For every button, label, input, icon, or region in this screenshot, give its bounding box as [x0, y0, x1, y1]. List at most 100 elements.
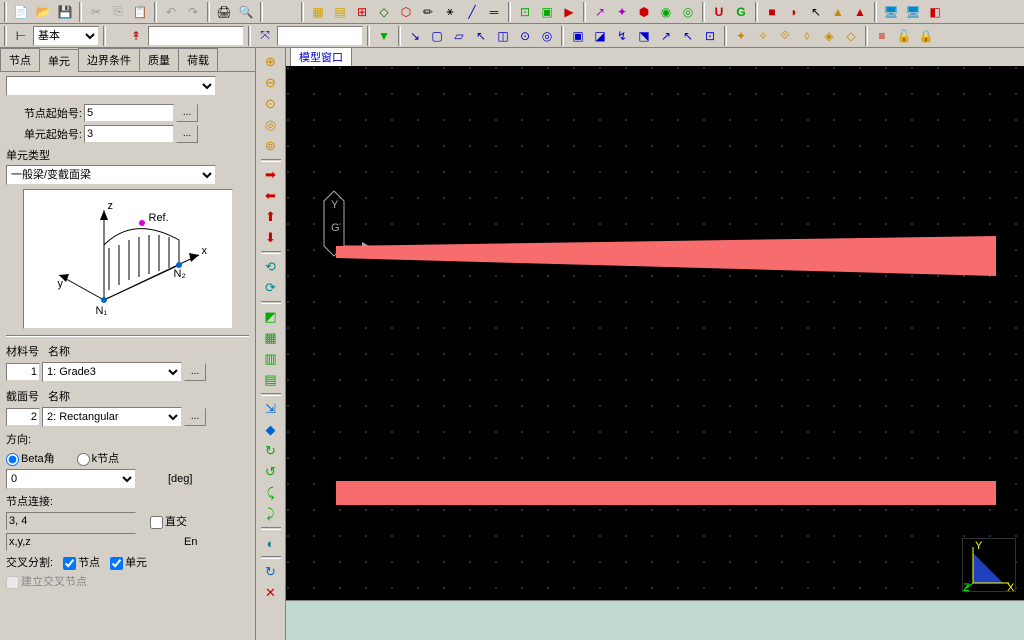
- g-icon[interactable]: G: [731, 2, 751, 22]
- win7-icon[interactable]: ⊡: [700, 26, 720, 46]
- knode-radio[interactable]: [77, 453, 90, 466]
- wand-icon[interactable]: ✏: [418, 2, 438, 22]
- refresh-icon[interactable]: ↻: [260, 562, 282, 582]
- cut-icon[interactable]: ✂: [86, 2, 106, 22]
- render3-icon[interactable]: ▲: [828, 2, 848, 22]
- zoom-out-icon[interactable]: ⊖: [260, 73, 282, 93]
- undo-icon[interactable]: ↶: [161, 2, 181, 22]
- conn-input[interactable]: [6, 512, 136, 530]
- tab-node[interactable]: 节点: [0, 48, 40, 71]
- win4-icon[interactable]: ⬔: [634, 26, 654, 46]
- redo-icon[interactable]: ↷: [183, 2, 203, 22]
- section-browse[interactable]: ...: [184, 408, 206, 426]
- view-top-icon[interactable]: ▦: [260, 328, 282, 348]
- sel-a-icon[interactable]: ↘: [405, 26, 425, 46]
- cb-elem[interactable]: [110, 557, 123, 570]
- struct1-icon[interactable]: ⊡: [515, 2, 535, 22]
- zoom-prev-icon[interactable]: ⊚: [260, 136, 282, 156]
- rotate2-icon[interactable]: ⟳: [260, 278, 282, 298]
- pt5-icon[interactable]: ◈: [819, 26, 839, 46]
- pt2-icon[interactable]: ✧: [753, 26, 773, 46]
- material-name-select[interactable]: 1: Grade3: [42, 362, 182, 382]
- cb-node[interactable]: [63, 557, 76, 570]
- sel-f-icon[interactable]: ⊙: [515, 26, 535, 46]
- tab-load[interactable]: 荷载: [178, 48, 218, 71]
- ucs-icon[interactable]: ⊢: [11, 26, 31, 46]
- rot-icon[interactable]: ↻: [260, 441, 282, 461]
- sel-e-icon[interactable]: ◫: [493, 26, 513, 46]
- shade-icon[interactable]: ◐: [260, 533, 282, 553]
- win5-icon[interactable]: ↗: [656, 26, 676, 46]
- paste-icon[interactable]: 📋: [130, 2, 150, 22]
- sel5-icon[interactable]: ◎: [678, 2, 698, 22]
- section-name-select[interactable]: 2: Rectangular: [42, 407, 182, 427]
- cb-elem-label[interactable]: 单元: [110, 554, 147, 570]
- save-icon[interactable]: 💾: [55, 2, 75, 22]
- ortho-check-label[interactable]: 直交: [150, 513, 187, 529]
- cursor-icon[interactable]: ↖: [806, 2, 826, 22]
- m2-icon[interactable]: 🔓: [894, 26, 914, 46]
- sel2-icon[interactable]: ✦: [612, 2, 632, 22]
- sel4-icon[interactable]: ◉: [656, 2, 676, 22]
- material-browse[interactable]: ...: [184, 363, 206, 381]
- pt1-icon[interactable]: ✦: [731, 26, 751, 46]
- view-iso-icon[interactable]: ◩: [260, 307, 282, 327]
- tab-boundary[interactable]: 边界条件: [78, 48, 140, 71]
- win1-icon[interactable]: ▣: [568, 26, 588, 46]
- beta-radio-label[interactable]: Beta角: [6, 450, 55, 466]
- line-icon[interactable]: ╱: [462, 2, 482, 22]
- rot4-icon[interactable]: ⤸: [260, 504, 282, 524]
- tool2-icon[interactable]: ⬡: [396, 2, 416, 22]
- axis-icon[interactable]: ⇲: [260, 399, 282, 419]
- panel-top-select[interactable]: [6, 76, 216, 96]
- wand2-icon[interactable]: ⚹: [440, 2, 460, 22]
- win3-icon[interactable]: ↯: [612, 26, 632, 46]
- render1-icon[interactable]: ■: [762, 2, 782, 22]
- refresh2-icon[interactable]: ✕: [260, 583, 282, 603]
- u-icon[interactable]: U: [709, 2, 729, 22]
- m3-icon[interactable]: 🔒: [916, 26, 936, 46]
- struct2-icon[interactable]: ▣: [537, 2, 557, 22]
- win2-icon[interactable]: ◪: [590, 26, 610, 46]
- rot3-icon[interactable]: ⤹: [260, 483, 282, 503]
- render4-icon[interactable]: ▲: [850, 2, 870, 22]
- line2-icon[interactable]: ═: [484, 2, 504, 22]
- render2-icon[interactable]: ◗: [784, 2, 804, 22]
- sel-c-icon[interactable]: ▱: [449, 26, 469, 46]
- arrow-left-icon[interactable]: ⬅: [260, 186, 282, 206]
- node-start-browse[interactable]: ...: [176, 104, 198, 122]
- view-side-icon[interactable]: ▤: [260, 370, 282, 390]
- open-icon[interactable]: 📂: [33, 2, 53, 22]
- arrow-up-icon[interactable]: ⬆: [260, 207, 282, 227]
- coord-input-1[interactable]: [148, 26, 244, 46]
- node-start-input[interactable]: [84, 104, 174, 122]
- filter-icon[interactable]: ▼: [374, 26, 394, 46]
- rot2-icon[interactable]: ↺: [260, 462, 282, 482]
- tab-mass[interactable]: 质量: [139, 48, 179, 71]
- sel3-icon[interactable]: ⬢: [634, 2, 654, 22]
- coord-icon[interactable]: ↟: [126, 26, 146, 46]
- viewport-tab[interactable]: 模型窗口: [290, 47, 352, 66]
- win6-icon[interactable]: ↖: [678, 26, 698, 46]
- grid2-icon[interactable]: ▤: [330, 2, 350, 22]
- pt4-icon[interactable]: ⬨: [797, 26, 817, 46]
- zoom-win-icon[interactable]: ◎: [260, 115, 282, 135]
- plane-icon[interactable]: ◆: [260, 420, 282, 440]
- snap-icon[interactable]: ⊞: [352, 2, 372, 22]
- coord-input-2[interactable]: [277, 26, 363, 46]
- arrow-down-icon[interactable]: ⬇: [260, 228, 282, 248]
- pt3-icon[interactable]: ⟐: [775, 26, 795, 46]
- rotate1-icon[interactable]: ⟲: [260, 257, 282, 277]
- sel-g-icon[interactable]: ◎: [537, 26, 557, 46]
- m1-icon[interactable]: ≡: [872, 26, 892, 46]
- sel-d-icon[interactable]: ↖: [471, 26, 491, 46]
- material-no-input[interactable]: [6, 363, 40, 381]
- sel-b-icon[interactable]: ▢: [427, 26, 447, 46]
- elem-type-select[interactable]: 一般梁/变截面梁: [6, 165, 216, 185]
- preview-icon[interactable]: 🔍: [236, 2, 256, 22]
- view-front-icon[interactable]: ▥: [260, 349, 282, 369]
- grid-icon[interactable]: ▦: [308, 2, 328, 22]
- mode-select[interactable]: 基本: [33, 26, 99, 46]
- coord2-icon[interactable]: ⤧: [255, 26, 275, 46]
- elem-start-browse[interactable]: ...: [176, 125, 198, 143]
